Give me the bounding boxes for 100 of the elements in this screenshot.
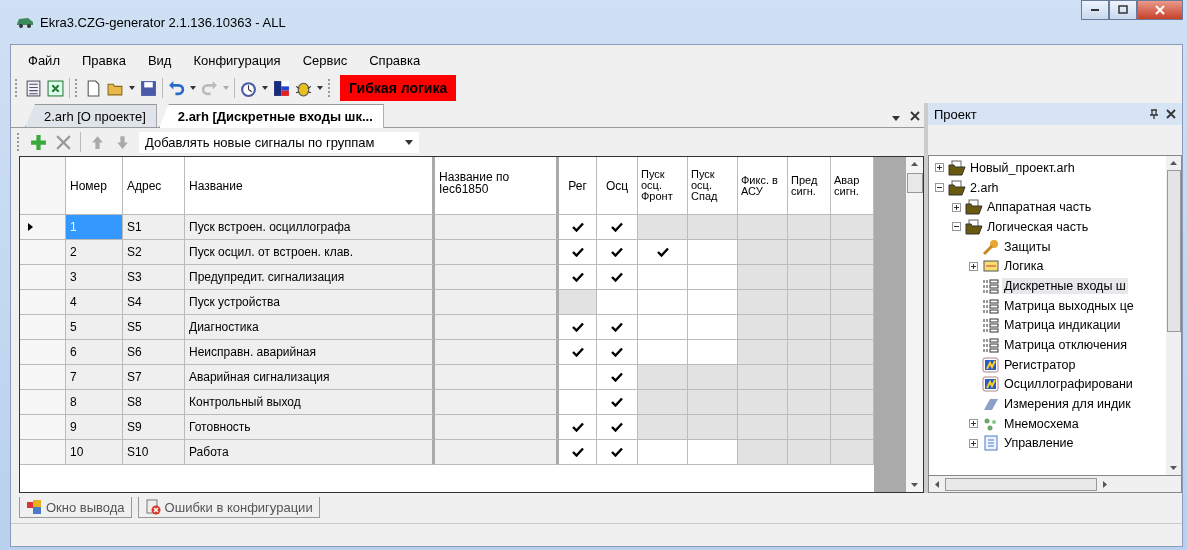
checkbox-cell[interactable]: [597, 215, 638, 240]
caret-icon[interactable]: [129, 86, 135, 90]
vertical-scrollbar[interactable]: [1166, 156, 1181, 475]
tree-item[interactable]: Мнемосхема: [1002, 415, 1081, 432]
tree-item[interactable]: 2.arh: [968, 179, 1001, 196]
checkbox-cell[interactable]: [688, 290, 738, 315]
scroll-left-icon[interactable]: [935, 480, 939, 488]
checkbox-cell[interactable]: [597, 315, 638, 340]
close-icon[interactable]: [1166, 109, 1176, 119]
scroll-up-icon[interactable]: [911, 162, 918, 166]
undo-icon[interactable]: [168, 79, 185, 97]
checkbox-cell[interactable]: [559, 340, 597, 365]
tree-item[interactable]: Матрица отключения: [1002, 337, 1129, 354]
checkbox-cell[interactable]: [688, 440, 738, 465]
row-header[interactable]: [20, 240, 66, 265]
checkbox-cell[interactable]: [688, 340, 738, 365]
expander-icon[interactable]: [969, 438, 978, 448]
tree-item[interactable]: Аппаратная часть: [985, 199, 1094, 216]
column-header[interactable]: Название: [185, 157, 435, 215]
checkbox-cell[interactable]: [597, 440, 638, 465]
checkbox-cell[interactable]: [688, 265, 738, 290]
column-header[interactable]: Название по Iec61850: [435, 157, 559, 215]
checkbox-cell[interactable]: [559, 215, 597, 240]
expander-icon[interactable]: [969, 261, 978, 271]
menu-item[interactable]: Конфигурация: [184, 51, 290, 71]
column-header[interactable]: Осц: [597, 157, 638, 215]
menu-item[interactable]: Правка: [72, 51, 135, 71]
checkbox-cell[interactable]: [638, 315, 688, 340]
dropdown-icon[interactable]: [892, 116, 900, 121]
column-header[interactable]: Адрес: [123, 157, 185, 215]
checkbox-cell[interactable]: [559, 415, 597, 440]
pin-icon[interactable]: [1150, 109, 1158, 119]
tree-item[interactable]: Дискретные входы ш: [1002, 277, 1128, 294]
vertical-scrollbar[interactable]: [906, 157, 923, 492]
minimize-button[interactable]: [1081, 0, 1109, 20]
add-icon[interactable]: [30, 133, 47, 151]
spreadsheet-icon[interactable]: [47, 79, 64, 97]
checkbox-cell[interactable]: [638, 440, 688, 465]
column-header[interactable]: Рег: [559, 157, 597, 215]
tree-item[interactable]: Новый_проект.arh: [968, 159, 1077, 176]
row-header[interactable]: [20, 340, 66, 365]
scroll-down-icon[interactable]: [1170, 466, 1177, 470]
scroll-thumb[interactable]: [1166, 170, 1181, 332]
tree-item[interactable]: Матрица индикации: [1002, 317, 1123, 334]
row-header[interactable]: [20, 415, 66, 440]
stopwatch-icon[interactable]: [240, 79, 257, 97]
checkbox-cell[interactable]: [597, 340, 638, 365]
grouping-dropdown[interactable]: Добавлять новые сигналы по группам: [139, 131, 419, 153]
expander-icon[interactable]: [969, 419, 978, 429]
expander-icon[interactable]: [952, 202, 961, 212]
column-header[interactable]: Пред сигн.: [788, 157, 831, 215]
new-file-icon[interactable]: [85, 79, 102, 97]
checkbox-cell[interactable]: [638, 290, 688, 315]
panel-tab[interactable]: Окно вывода: [19, 497, 132, 518]
expander-icon[interactable]: [935, 163, 944, 173]
checkbox-cell[interactable]: [559, 390, 597, 415]
delete-icon[interactable]: [55, 133, 72, 151]
checkbox-cell[interactable]: [597, 265, 638, 290]
checkbox-cell[interactable]: [559, 315, 597, 340]
menu-item[interactable]: Справка: [360, 51, 430, 71]
row-header[interactable]: [20, 440, 66, 465]
row-header[interactable]: [20, 315, 66, 340]
horizontal-scrollbar[interactable]: [928, 476, 1182, 493]
checkbox-cell[interactable]: [559, 365, 597, 390]
checkbox-cell[interactable]: [559, 265, 597, 290]
scroll-down-icon[interactable]: [911, 483, 918, 487]
maximize-button[interactable]: [1109, 0, 1137, 20]
column-header[interactable]: Пуск осц. Спад: [688, 157, 738, 215]
tree-item[interactable]: Осциллографировани: [1002, 376, 1135, 393]
checkbox-cell[interactable]: [688, 240, 738, 265]
caret-icon[interactable]: [190, 86, 196, 90]
scroll-right-icon[interactable]: [1103, 480, 1107, 488]
tree-item[interactable]: Логика: [1002, 258, 1046, 275]
move-up-icon[interactable]: [89, 133, 106, 151]
checkbox-cell[interactable]: [638, 265, 688, 290]
tree-item[interactable]: Измерения для индик: [1002, 396, 1133, 413]
document-tab[interactable]: 2.arh [Дискретные входы шк...: [158, 104, 384, 128]
row-header[interactable]: [20, 265, 66, 290]
row-header[interactable]: [20, 290, 66, 315]
column-header[interactable]: Пуск осц. Фронт: [638, 157, 688, 215]
checkbox-cell[interactable]: [559, 440, 597, 465]
checkbox-cell[interactable]: [597, 390, 638, 415]
expander-icon[interactable]: [935, 183, 944, 193]
redo-icon[interactable]: [201, 79, 218, 97]
menu-item[interactable]: Сервис: [293, 51, 357, 71]
checkbox-cell[interactable]: [597, 415, 638, 440]
menu-item[interactable]: Вид: [138, 51, 181, 71]
checkbox-cell[interactable]: [597, 240, 638, 265]
tree-item[interactable]: Логическая часть: [985, 218, 1091, 235]
checkbox-cell[interactable]: [597, 290, 638, 315]
caret-icon[interactable]: [262, 86, 268, 90]
checkbox-cell[interactable]: [597, 365, 638, 390]
scroll-up-icon[interactable]: [1170, 161, 1177, 165]
list-icon[interactable]: [25, 79, 42, 97]
flags-icon[interactable]: [273, 79, 290, 97]
checkbox-cell[interactable]: [638, 240, 688, 265]
tree-item[interactable]: Защиты: [1002, 238, 1053, 255]
tree-item[interactable]: Управление: [1002, 435, 1076, 452]
tree-item[interactable]: Матрица выходных це: [1002, 297, 1136, 314]
caret-icon[interactable]: [317, 86, 323, 90]
